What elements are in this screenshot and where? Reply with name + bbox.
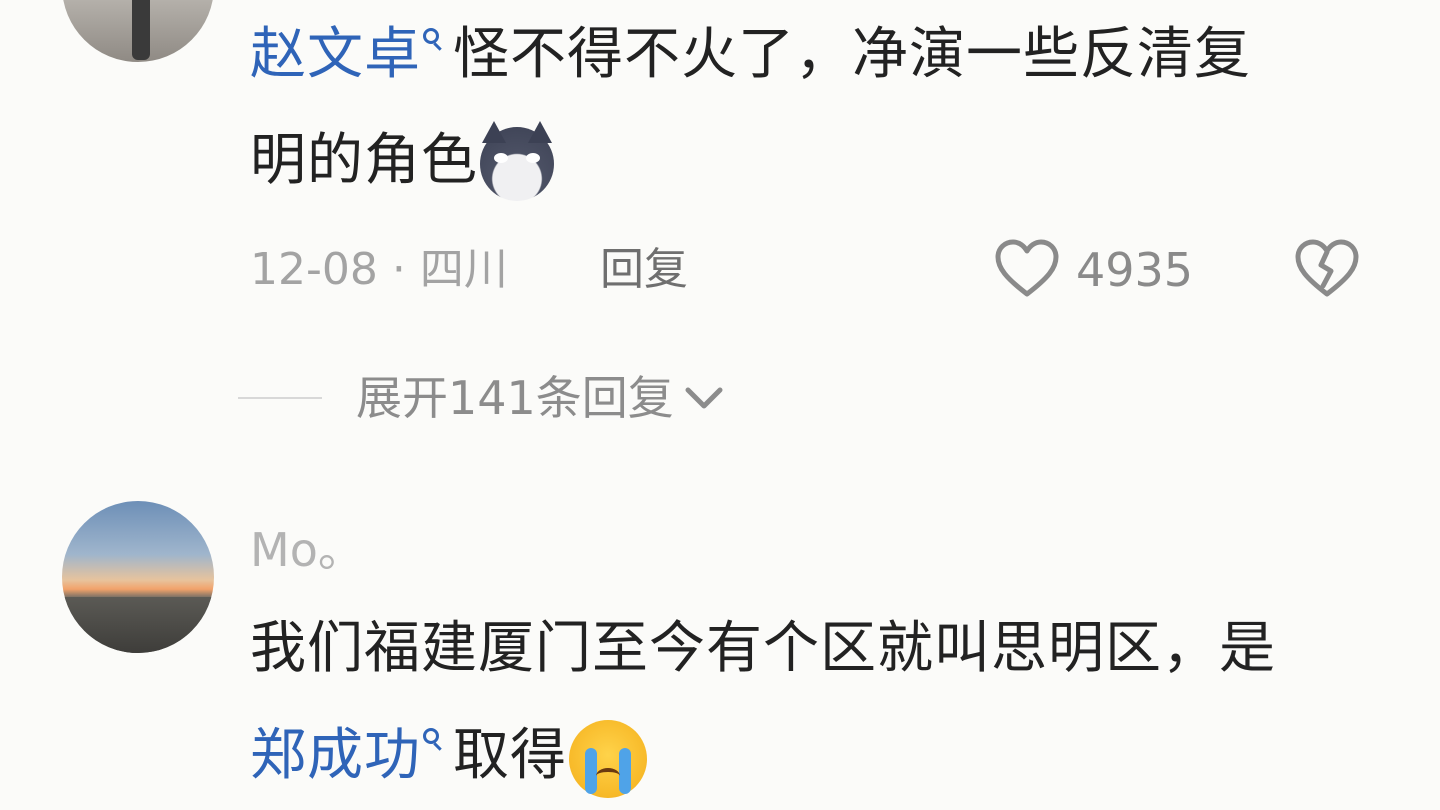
- comment-text-line: 我们福建厦门至今有个区就叫思明区，是: [250, 614, 1276, 684]
- comment-body: 明的角色: [250, 128, 478, 193]
- mention-link[interactable]: 郑成功: [250, 723, 421, 788]
- divider: [238, 397, 322, 399]
- comment-text-line: 郑成功 取得: [250, 720, 647, 798]
- comment-text-line: 赵文卓 怪不得不火了，净演一些反清复: [250, 20, 1251, 90]
- crying-face-emoji-icon: [569, 720, 647, 798]
- wolf-emoji-icon: [480, 120, 554, 201]
- heart-icon[interactable]: [994, 238, 1060, 302]
- avatar-photo-ground: [62, 597, 214, 653]
- comment-author-link[interactable]: 赵文卓: [250, 22, 421, 87]
- comment-body: 我们福建厦门至今有个区就叫思明区，是: [250, 616, 1276, 681]
- search-icon: [421, 726, 447, 756]
- search-icon: [421, 26, 447, 56]
- comment-meta: 12-08 · 四川: [250, 238, 508, 302]
- chevron-down-icon: [685, 387, 723, 409]
- comment-date: 12-08: [250, 244, 378, 295]
- comment-body: 取得: [453, 723, 567, 789]
- comment-text-line: 明的角色: [250, 120, 554, 201]
- broken-heart-icon[interactable]: [1294, 238, 1360, 302]
- comment-body: 怪不得不火了，净演一些反清复: [453, 22, 1251, 87]
- expand-replies-button[interactable]: 展开141条回复: [238, 366, 726, 430]
- comment-location: 四川: [419, 244, 508, 295]
- avatar-photo-figure: [132, 0, 150, 60]
- like-count: 4935: [1076, 243, 1194, 297]
- reply-button[interactable]: 回复: [600, 238, 688, 302]
- avatar[interactable]: [62, 0, 214, 62]
- meta-separator: ·: [391, 244, 406, 295]
- expand-replies-label: 展开141条回复: [356, 371, 674, 425]
- avatar[interactable]: [62, 501, 214, 653]
- comment-author[interactable]: Mo。: [250, 518, 364, 582]
